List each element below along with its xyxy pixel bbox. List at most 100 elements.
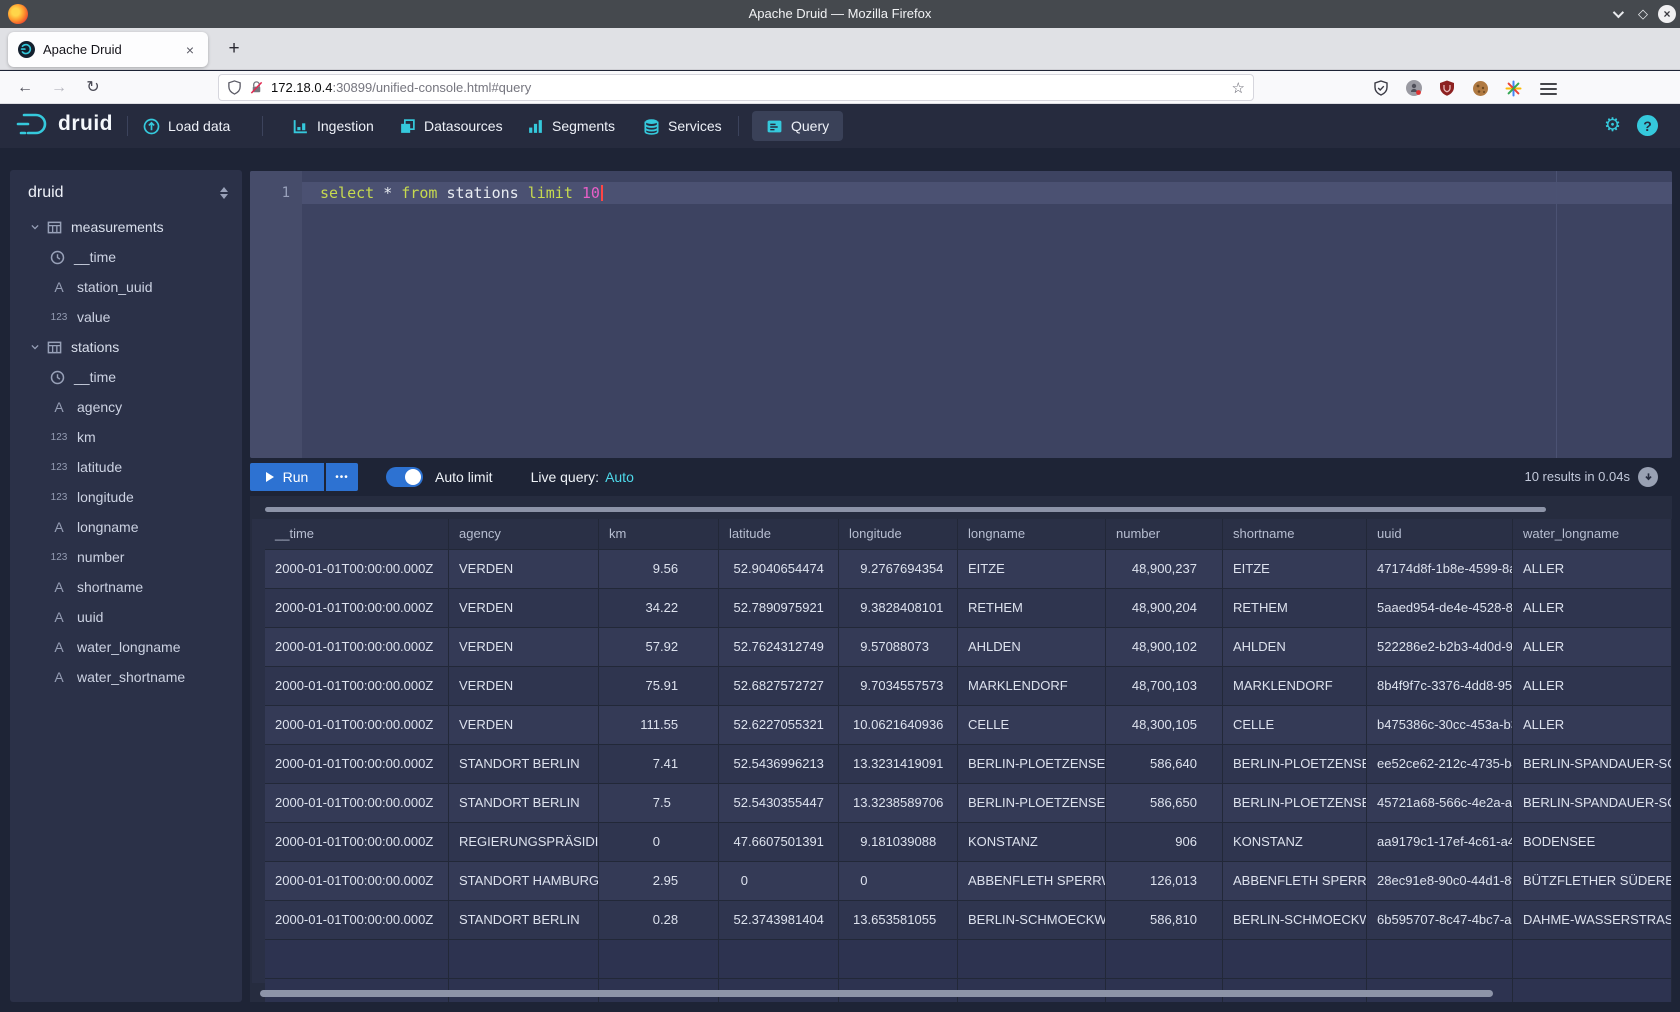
cell-longitude[interactable]: 9.7034557573 <box>839 667 958 705</box>
column-header-__time[interactable]: __time <box>265 519 449 549</box>
nav-services[interactable]: Services <box>643 111 722 141</box>
cell-shortname[interactable]: BERLIN-PLOETZENSEE UW <box>1223 784 1367 822</box>
cell-uuid[interactable]: 28ec91e8-90c0-44d1-8fc <box>1367 862 1513 900</box>
cell-agency[interactable]: VERDEN <box>449 628 599 666</box>
nav-datasources[interactable]: Datasources <box>399 111 503 141</box>
sidebar-column-shortname[interactable]: Ashortname <box>10 572 242 602</box>
cell-water_longname[interactable]: ALLER <box>1513 706 1672 744</box>
cell-__time[interactable]: 2000-01-01T00:00:00.000Z <box>265 550 449 588</box>
cell-km[interactable]: 34.22 <box>599 589 719 627</box>
cell-agency[interactable]: VERDEN <box>449 589 599 627</box>
cell-__time[interactable]: 2000-01-01T00:00:00.000Z <box>265 745 449 783</box>
column-header-number[interactable]: number <box>1106 519 1223 549</box>
cell-uuid[interactable]: 45721a68-566c-4e2a-a6 <box>1367 784 1513 822</box>
results-top-scrollbar[interactable] <box>265 507 1546 512</box>
cell-agency[interactable]: VERDEN <box>449 550 599 588</box>
cell-latitude[interactable]: 47.6607501391 <box>719 823 839 861</box>
cell-number[interactable]: 906 <box>1106 823 1223 861</box>
cell-number[interactable]: 586,640 <box>1106 745 1223 783</box>
sidebar-column-water_shortname[interactable]: Awater_shortname <box>10 662 242 692</box>
cell-longitude[interactable]: 9.3828408101 <box>839 589 958 627</box>
cell-longitude[interactable]: 9.57088073 <box>839 628 958 666</box>
cell-longitude[interactable]: 13.3238589706 <box>839 784 958 822</box>
cell-uuid[interactable]: 47174d8f-1b8e-4599-8a <box>1367 550 1513 588</box>
cell-shortname[interactable]: MARKLENDORF <box>1223 667 1367 705</box>
cell-agency[interactable]: STANDORT BERLIN <box>449 901 599 939</box>
cell-km[interactable]: 2.95 <box>599 862 719 900</box>
cell-uuid[interactable]: aa9179c1-17ef-4c61-a48 <box>1367 823 1513 861</box>
column-header-uuid[interactable]: uuid <box>1367 519 1513 549</box>
sidebar-column-value[interactable]: 123value <box>10 302 242 332</box>
cell-km[interactable]: 0.28 <box>599 901 719 939</box>
column-header-agency[interactable]: agency <box>449 519 599 549</box>
sidebar-column-uuid[interactable]: Auuid <box>10 602 242 632</box>
cell-number[interactable]: 48,700,103 <box>1106 667 1223 705</box>
cell-longname[interactable]: MARKLENDORF <box>958 667 1106 705</box>
run-button[interactable]: Run <box>250 463 324 491</box>
cell-uuid[interactable]: 6b595707-8c47-4bc7-a8 <box>1367 901 1513 939</box>
cell-longname[interactable]: BERLIN-PLOETZENSEE OW <box>958 745 1106 783</box>
cell-number[interactable]: 48,900,204 <box>1106 589 1223 627</box>
cell-number[interactable]: 48,900,237 <box>1106 550 1223 588</box>
nav-segments[interactable]: Segments <box>527 111 615 141</box>
cell-water_longname[interactable]: BÜTZFLETHER SÜDERELBE <box>1513 862 1672 900</box>
cell-water_longname[interactable]: ALLER <box>1513 628 1672 666</box>
cell-__time[interactable]: 2000-01-01T00:00:00.000Z <box>265 901 449 939</box>
cell-shortname[interactable]: AHLDEN <box>1223 628 1367 666</box>
more-options-button[interactable]: ••• <box>326 463 358 491</box>
container-extension-icon[interactable] <box>1403 77 1425 99</box>
reload-button[interactable]: ↻ <box>80 75 106 101</box>
cell-number[interactable]: 586,650 <box>1106 784 1223 822</box>
cell-km[interactable]: 75.91 <box>599 667 719 705</box>
column-header-longname[interactable]: longname <box>958 519 1106 549</box>
cell-water_longname[interactable]: DAHME-WASSERSTRASSE <box>1513 901 1672 939</box>
new-tab-button[interactable]: + <box>222 38 246 60</box>
cell-agency[interactable]: REGIERUNGSPRÄSIDIUM <box>449 823 599 861</box>
auto-limit-toggle[interactable] <box>386 467 423 487</box>
window-close-button[interactable]: × <box>1656 0 1678 28</box>
cell-number[interactable]: 48,900,102 <box>1106 628 1223 666</box>
cell-longitude[interactable]: 13.653581055 <box>839 901 958 939</box>
schema-selector[interactable]: druid <box>10 170 242 212</box>
browser-tab-apache-druid[interactable]: Apache Druid × <box>8 32 208 67</box>
cell-shortname[interactable]: EITZE <box>1223 550 1367 588</box>
tracking-shield-icon[interactable] <box>227 80 242 95</box>
cell-latitude[interactable]: 52.3743981404 <box>719 901 839 939</box>
cell-km[interactable]: 7.41 <box>599 745 719 783</box>
sidebar-column-station_uuid[interactable]: Astation_uuid <box>10 272 242 302</box>
query-editor[interactable]: 1 select * from stations limit 10 <box>250 171 1672 458</box>
sidebar-column-agency[interactable]: Aagency <box>10 392 242 422</box>
back-button[interactable]: ← <box>12 75 38 101</box>
nav-load-data[interactable]: Load data <box>143 111 230 141</box>
cell-latitude[interactable]: 52.7890975921 <box>719 589 839 627</box>
cell-agency[interactable]: VERDEN <box>449 706 599 744</box>
sidebar-column-longname[interactable]: Alongname <box>10 512 242 542</box>
cell-latitude[interactable]: 52.5436996213 <box>719 745 839 783</box>
menu-hamburger-icon[interactable] <box>1540 80 1557 98</box>
cell-uuid[interactable]: 8b4f9f7c-3376-4dd8-95c <box>1367 667 1513 705</box>
column-header-longitude[interactable]: longitude <box>839 519 958 549</box>
cell-longname[interactable]: BERLIN-SCHMOECKWITZ <box>958 901 1106 939</box>
tab-close-icon[interactable]: × <box>182 40 198 60</box>
cell-__time[interactable]: 2000-01-01T00:00:00.000Z <box>265 628 449 666</box>
cell-latitude[interactable]: 52.7624312749 <box>719 628 839 666</box>
help-icon[interactable]: ? <box>1637 115 1658 136</box>
cell-shortname[interactable]: CELLE <box>1223 706 1367 744</box>
cell-water_longname[interactable]: BERLIN-SPANDAUER-SCHIFFAHRTSKANAL <box>1513 745 1672 783</box>
cell-shortname[interactable]: KONSTANZ <box>1223 823 1367 861</box>
cell-water_longname[interactable]: BODENSEE <box>1513 823 1672 861</box>
cell-__time[interactable]: 2000-01-01T00:00:00.000Z <box>265 589 449 627</box>
window-shade-button[interactable] <box>1606 0 1628 28</box>
cell-km[interactable]: 57.92 <box>599 628 719 666</box>
cell-latitude[interactable]: 52.6227055321 <box>719 706 839 744</box>
column-header-latitude[interactable]: latitude <box>719 519 839 549</box>
download-results-icon[interactable] <box>1638 467 1658 487</box>
cell-number[interactable]: 48,300,105 <box>1106 706 1223 744</box>
cell-number[interactable]: 586,810 <box>1106 901 1223 939</box>
druid-logo[interactable]: druid <box>16 111 113 137</box>
cell-__time[interactable]: 2000-01-01T00:00:00.000Z <box>265 667 449 705</box>
bookmark-star-icon[interactable]: ☆ <box>1232 79 1245 97</box>
cell-longname[interactable]: BERLIN-PLOETZENSEE UW <box>958 784 1106 822</box>
cell-shortname[interactable]: BERLIN-SCHMOECKWITZ <box>1223 901 1367 939</box>
cell-longitude[interactable]: 0 <box>839 862 958 900</box>
